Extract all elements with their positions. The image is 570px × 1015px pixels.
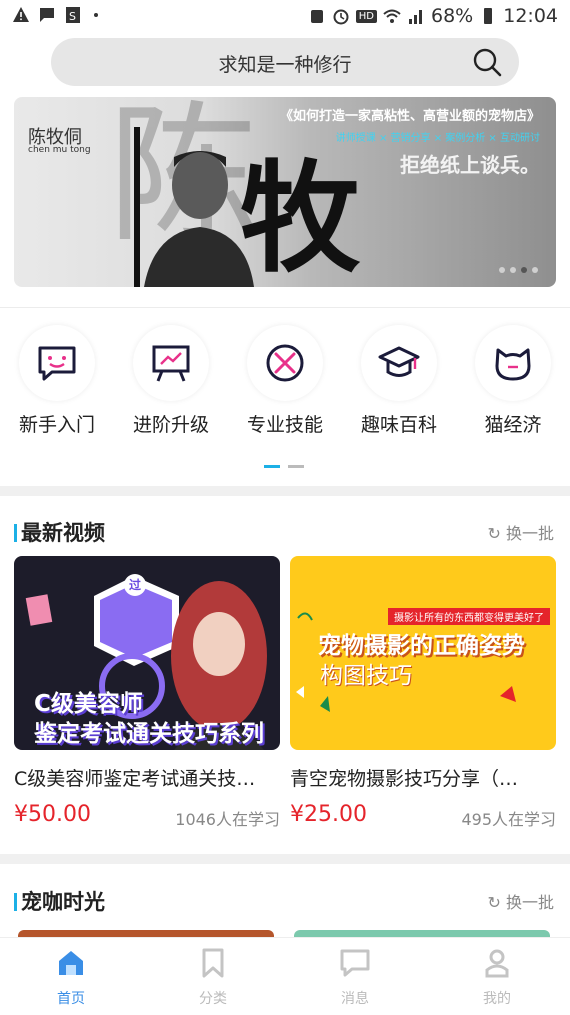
banner-dot[interactable]	[510, 267, 516, 273]
thumbnail-ribbon: 摄影让所有的东西都变得更美好了	[388, 608, 550, 625]
refresh-button[interactable]: ↻ 换一批	[487, 889, 554, 913]
banner-dot-active[interactable]	[521, 267, 527, 273]
status-bar: S HD 68% 12:04	[0, 0, 570, 34]
banner-pager	[499, 267, 538, 273]
recycle-icon	[310, 10, 323, 23]
banner-subline: 讲师授课 × 营销分享 × 案例分析 × 互动研讨	[335, 133, 540, 144]
message-icon	[340, 949, 370, 977]
category-item-advanced[interactable]: 进阶升级	[114, 325, 228, 437]
bottom-nav: 首页 分类 消息 我的	[0, 937, 570, 1015]
category-label: 趣味百科	[360, 414, 437, 436]
accent-bar	[14, 893, 17, 911]
bookmark-icon	[202, 948, 224, 978]
category-item-newbie[interactable]: 新手入门	[0, 325, 114, 437]
hd-badge: HD	[355, 9, 377, 23]
video-learners: 1046人在学习	[175, 810, 280, 829]
refresh-icon: ↻	[487, 893, 501, 912]
person-icon	[485, 949, 509, 978]
refresh-icon: ↻	[487, 524, 501, 543]
nav-label: 首页	[57, 991, 85, 1007]
nav-label: 分类	[199, 991, 227, 1007]
banner-headline: 《如何打造一家高粘性、高营业额的宠物店》	[279, 109, 540, 124]
banner-tagline: 拒绝纸上谈兵。	[400, 153, 540, 177]
thumbnail-badge: 过	[124, 574, 146, 596]
svg-text:S: S	[69, 10, 76, 23]
video-card[interactable]: 摄影让所有的东西都变得更美好了 宠物摄影的正确姿势 构图技巧 青空宠物摄影技巧分…	[290, 556, 556, 829]
section-separator	[0, 854, 570, 864]
battery-icon	[484, 8, 493, 24]
video-title[interactable]: C级美容师鉴定考试通关技…	[14, 764, 280, 791]
nav-label: 消息	[341, 991, 369, 1007]
category-item-encyclopedia[interactable]: 趣味百科	[342, 325, 456, 437]
nav-category[interactable]: 分类	[142, 948, 284, 1008]
dot-icon	[94, 13, 98, 17]
nav-messages[interactable]: 消息	[284, 948, 426, 1008]
video-title[interactable]: 青空宠物摄影技巧分享（…	[290, 764, 556, 791]
wifi-icon	[383, 9, 401, 23]
video-price: ¥25.00	[290, 802, 367, 827]
banner-dot[interactable]	[532, 267, 538, 273]
cat-face-icon	[495, 348, 531, 381]
home-icon	[59, 951, 83, 975]
accent-bar	[14, 524, 17, 542]
lecturer-photo	[134, 127, 254, 287]
chat-notification-icon	[40, 8, 54, 22]
video-card[interactable]: 过 C级美容师 鉴定考试通关技巧系列 C级美容师鉴定考试通关技… ¥50.00 …	[14, 556, 280, 829]
category-label: 专业技能	[246, 414, 323, 436]
pager-indicator-active[interactable]	[264, 465, 280, 468]
graduation-cap-icon	[378, 346, 420, 377]
presentation-board-icon	[152, 345, 190, 382]
thumbnail-title-line1: 宠物摄影的正确姿势	[318, 633, 525, 659]
alarm-icon	[333, 9, 349, 25]
category-item-cat-economy[interactable]: 猫经济	[456, 325, 570, 437]
banner-dot[interactable]	[499, 267, 505, 273]
category-label: 进阶升级	[132, 414, 209, 436]
app-notification-icon: S	[66, 7, 80, 23]
signal-icon	[409, 10, 422, 24]
video-learners: 495人在学习	[461, 810, 556, 829]
video-price: ¥50.00	[14, 802, 91, 827]
tools-icon	[266, 344, 304, 382]
section-separator	[0, 486, 570, 496]
thumbnail-title-line1: C级美容师	[34, 691, 143, 717]
video-thumbnail[interactable]: 过 C级美容师 鉴定考试通关技巧系列	[14, 556, 280, 750]
search-input[interactable]: 求知是一种修行	[51, 50, 519, 77]
category-label: 猫经济	[484, 414, 542, 436]
thumbnail-title-line2: 鉴定考试通关技巧系列	[34, 721, 264, 747]
section-title-pet-cafe: 宠咖时光	[14, 886, 105, 916]
divider	[0, 307, 570, 308]
chat-smile-icon	[38, 346, 76, 381]
search-icon[interactable]	[471, 46, 503, 78]
nav-profile[interactable]: 我的	[426, 948, 568, 1008]
refresh-button[interactable]: ↻ 换一批	[487, 520, 554, 544]
nav-label: 我的	[483, 991, 511, 1007]
pager-indicator[interactable]	[288, 465, 304, 468]
thumbnail-title-line2: 构图技巧	[320, 663, 412, 689]
section-title-latest: 最新视频	[14, 517, 105, 547]
nav-home[interactable]: 首页	[0, 948, 142, 1008]
warning-icon	[13, 7, 29, 22]
video-thumbnail[interactable]: 摄影让所有的东西都变得更美好了 宠物摄影的正确姿势 构图技巧	[290, 556, 556, 750]
banner-lecturer-pinyin: chen mu tong	[28, 145, 91, 155]
category-grid: 新手入门 进阶升级 专业技能 趣味百科 猫经济	[0, 325, 570, 437]
category-item-skills[interactable]: 专业技能	[228, 325, 342, 437]
category-pager	[264, 465, 304, 468]
banner-big-char-2: 牧	[240, 148, 360, 287]
search-bar[interactable]: 求知是一种修行	[51, 38, 519, 86]
promo-banner[interactable]: 陈 陈牧侗 chen mu tong 牧 《如何打造一家高粘性、高营业额的宠物店…	[14, 97, 556, 287]
clock: 12:04	[503, 5, 558, 27]
battery-percent: 68%	[431, 5, 474, 27]
category-label: 新手入门	[18, 414, 95, 436]
